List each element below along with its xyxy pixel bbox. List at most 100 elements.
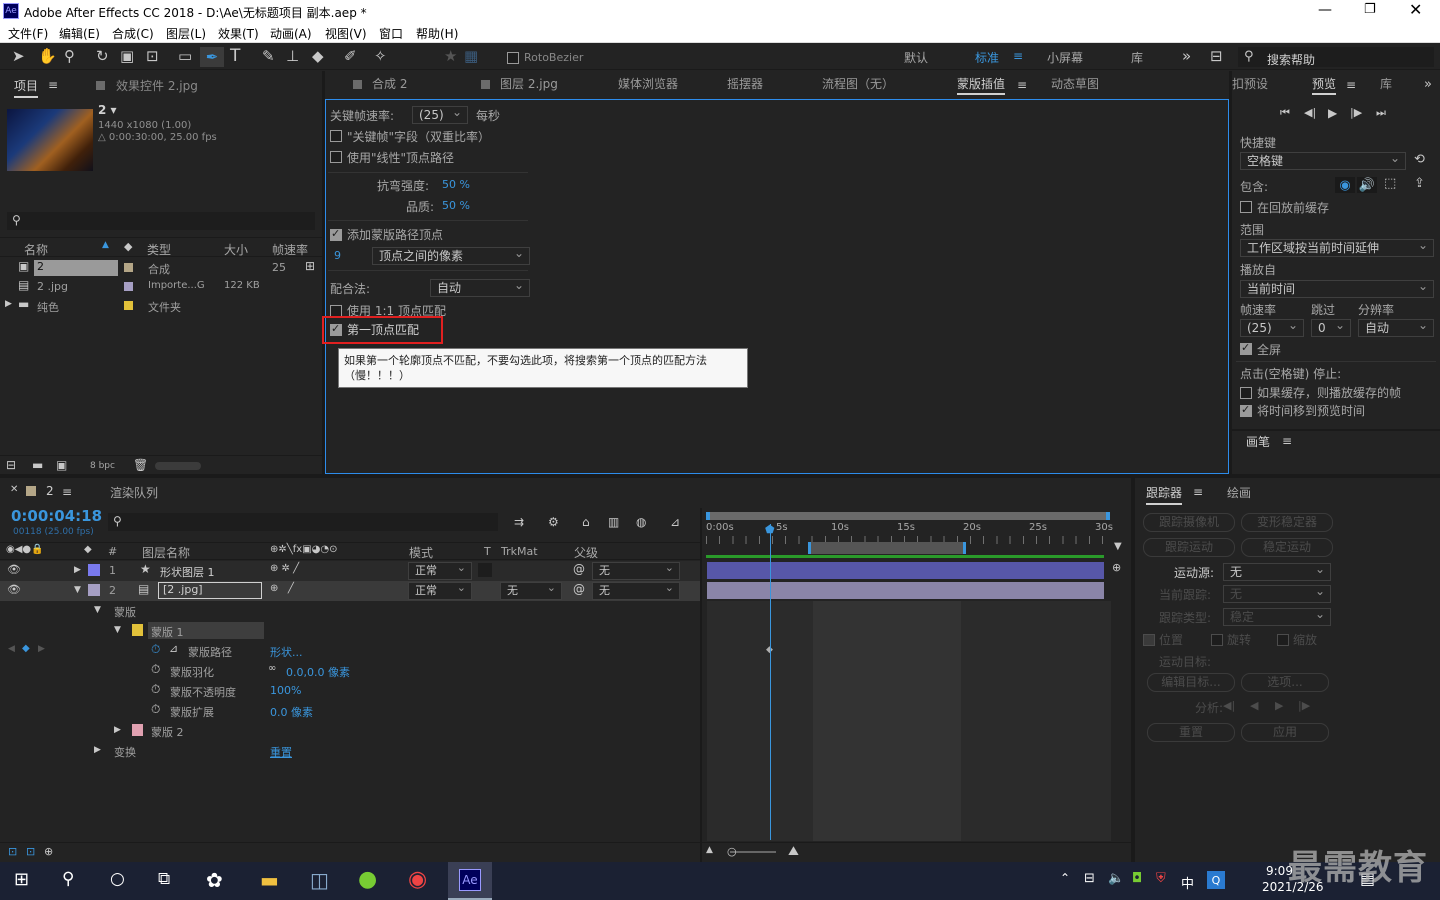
col-size[interactable]: 大小: [224, 241, 248, 258]
comp-mini-flowchart-icon[interactable]: ⇉: [514, 516, 524, 528]
new-folder-icon[interactable]: ▬: [32, 459, 43, 471]
task-view-icon[interactable]: ⧉: [158, 871, 170, 888]
tab-preview[interactable]: 预览: [1312, 71, 1337, 95]
play-icon[interactable]: ▶: [1328, 107, 1337, 119]
tab-composition[interactable]: 合成 2: [372, 71, 407, 97]
if-cached-checkbox[interactable]: [1240, 387, 1252, 399]
workspace-standard[interactable]: 标准: [975, 49, 999, 66]
shy-switch-icon[interactable]: ⊕ ╱: [270, 584, 294, 594]
zoom-slider-knob-icon[interactable]: ○: [727, 846, 737, 857]
keyframe-nav-icon[interactable]: ◀: [8, 645, 15, 654]
last-frame-icon[interactable]: ⏭: [1376, 107, 1386, 118]
comp-name[interactable]: 2 ▾: [98, 103, 117, 117]
position-checkbox[interactable]: [1143, 634, 1155, 646]
chrome-icon[interactable]: ◉: [408, 869, 427, 891]
motion-blur-icon[interactable]: ◍: [636, 516, 646, 528]
rectangle-tool-icon[interactable]: ▭: [178, 49, 192, 64]
project-item-jpg[interactable]: ▤ 2 .jpg Importe...G 122 KB: [0, 277, 322, 297]
analyze-forward-1-icon[interactable]: |▶: [1298, 700, 1310, 711]
first-vertex-checkbox[interactable]: [330, 322, 342, 336]
project-menu-icon[interactable]: ≡: [48, 79, 58, 91]
shortcut-dropdown[interactable]: 空格键: [1240, 150, 1406, 170]
mask-expansion-row[interactable]: ⏱ 蒙版扩展 0.0 像素: [0, 701, 700, 721]
zoom-range-bar[interactable]: [808, 542, 966, 554]
fullscreen-checkbox[interactable]: [1240, 341, 1252, 355]
mask2-name[interactable]: 蒙版 2: [151, 724, 184, 740]
bend-resistance-value[interactable]: 50 %: [442, 178, 470, 191]
menu-file[interactable]: 文件(F): [8, 25, 48, 42]
expand-arrow-icon[interactable]: ▶: [94, 746, 101, 755]
zoom-tool-icon[interactable]: ⚲: [64, 49, 75, 64]
stopwatch-icon[interactable]: ⏱: [151, 643, 160, 655]
vertices-mode-dropdown[interactable]: 顶点之间的像素: [372, 245, 530, 265]
toggle-modes-icon[interactable]: ⊡: [26, 846, 35, 857]
close-tab-icon[interactable]: ✕: [10, 485, 18, 495]
tab-library[interactable]: 库: [1380, 71, 1392, 97]
prop-value[interactable]: 100%: [270, 684, 301, 697]
volume-icon[interactable]: 🔈: [1108, 872, 1124, 885]
mask-path-row[interactable]: ◀ ◆ ▶ ⏱ ⊿ 蒙版路径 形状...: [0, 641, 700, 661]
layer2-bar[interactable]: [707, 582, 1104, 599]
tray-expand-icon[interactable]: ⌃: [1060, 872, 1070, 884]
shy-layers-icon[interactable]: ⌂: [582, 516, 590, 528]
tab-timeline-comp[interactable]: 2: [46, 484, 54, 498]
graph-icon[interactable]: ⊿: [169, 643, 178, 654]
notepad-app-icon[interactable]: ◫: [310, 870, 329, 890]
current-timecode[interactable]: 0:00:04:18: [11, 507, 102, 525]
tab-presets[interactable]: 扣预设: [1232, 71, 1268, 97]
prop-value[interactable]: 形状...: [270, 644, 303, 660]
tab-mask-interpolation[interactable]: 蒙版插值: [957, 71, 1006, 95]
sync-settings-icon[interactable]: ⊟: [1210, 49, 1223, 64]
apply-button[interactable]: 应用: [1241, 723, 1329, 742]
range-dropdown[interactable]: 工作区域按当前时间延伸: [1240, 237, 1434, 257]
rotobezier-checkbox[interactable]: [507, 52, 519, 64]
cortana-icon[interactable]: ○: [110, 871, 125, 888]
tab-effect-controls[interactable]: 效果控件 2.jpg: [116, 77, 198, 94]
col-name[interactable]: 名称: [24, 241, 48, 258]
menu-animation[interactable]: 动画(A): [270, 25, 312, 42]
menu-view[interactable]: 视图(V): [325, 25, 367, 42]
toggle-switches-icon[interactable]: ⊡: [8, 846, 17, 857]
col-trkmat[interactable]: TrkMat: [501, 545, 538, 558]
quality-value[interactable]: 50 %: [442, 199, 470, 212]
collapse-arrow-icon[interactable]: ▼: [114, 626, 121, 635]
visibility-eye-icon[interactable]: 👁: [7, 584, 21, 595]
toggle-timing-icon[interactable]: ⊕: [44, 846, 53, 857]
audio-toggle-icon[interactable]: 🔊: [1357, 177, 1377, 193]
draft-3d-icon[interactable]: ⚙: [548, 516, 559, 528]
mask1-row[interactable]: ▼ 蒙版 1: [0, 621, 700, 641]
brush-tool-icon[interactable]: ✎: [262, 49, 275, 64]
transform-row[interactable]: ▶ 变换 重置: [0, 741, 700, 761]
edit-target-button[interactable]: 编辑目标...: [1147, 673, 1235, 692]
col-layer-name[interactable]: 图层名称: [142, 544, 190, 561]
layer-mode-dropdown[interactable]: 正常: [408, 560, 472, 580]
clone-tool-icon[interactable]: ⊥: [286, 49, 299, 64]
layer1-bar[interactable]: [707, 562, 1104, 579]
comp-button-icon[interactable]: ⊕: [1112, 562, 1121, 573]
track-camera-button[interactable]: 跟踪摄像机: [1143, 513, 1235, 532]
timeline-scroll-icon[interactable]: ▼: [1114, 542, 1122, 552]
zoom-in-icon[interactable]: ⛰: [788, 845, 799, 858]
pickwhip-icon[interactable]: @: [573, 583, 585, 595]
workspace-library[interactable]: 库: [1131, 49, 1143, 66]
overlay-toggle-icon[interactable]: ⬚: [1384, 177, 1396, 190]
timeline-menu-icon[interactable]: ≡: [62, 486, 72, 498]
close-icon[interactable]: ✕: [1409, 0, 1422, 19]
fps-dropdown[interactable]: (25): [1240, 317, 1304, 337]
menu-help[interactable]: 帮助(H): [416, 25, 458, 42]
windows-start-icon[interactable]: ⊞: [14, 871, 29, 889]
prop-value[interactable]: 0.0,0.0 像素: [286, 664, 350, 680]
match-method-dropdown[interactable]: 自动: [430, 277, 530, 297]
zoom-slider[interactable]: [730, 851, 776, 853]
workspace-default[interactable]: 默认: [904, 49, 928, 66]
current-track-dropdown[interactable]: 无: [1223, 583, 1331, 603]
puppet-pin-icon[interactable]: ✧: [374, 49, 387, 64]
link-icon[interactable]: ∞: [268, 664, 276, 674]
new-comp-icon[interactable]: ▣: [56, 459, 67, 471]
panel-menu-icon[interactable]: ≡: [1017, 79, 1027, 91]
project-item-folder[interactable]: ▶ ▬ 纯色 文件夹: [0, 296, 322, 316]
reset-button[interactable]: 重置: [1147, 723, 1235, 742]
video-toggle-icon[interactable]: ◉: [1335, 177, 1355, 193]
mask-feather-row[interactable]: ⏱ 蒙版羽化 ∞ 0.0,0.0 像素: [0, 661, 700, 681]
linear-vertex-checkbox[interactable]: [330, 151, 342, 163]
